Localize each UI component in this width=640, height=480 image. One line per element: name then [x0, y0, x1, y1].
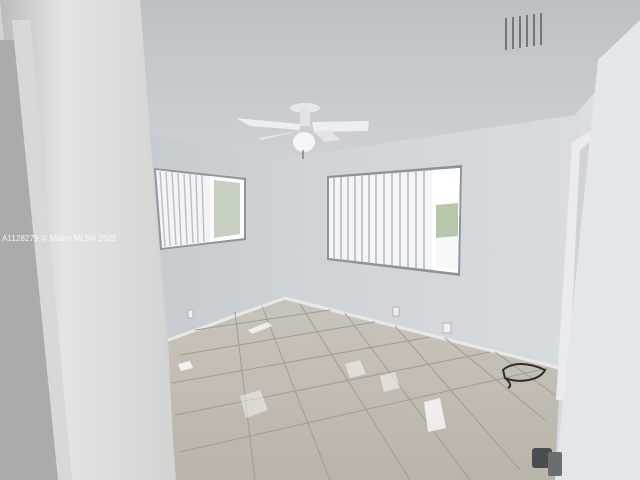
mls-watermark: A1128279 © Miami MLS® 2025 — [2, 234, 117, 243]
left-window — [154, 168, 246, 250]
outlet-back-1 — [392, 306, 400, 317]
back-window — [327, 165, 462, 276]
room-photo: A1128279 © Miami MLS® 2025 — [0, 0, 640, 480]
outlet-left — [187, 309, 194, 319]
outlet-back-2 — [442, 322, 452, 334]
